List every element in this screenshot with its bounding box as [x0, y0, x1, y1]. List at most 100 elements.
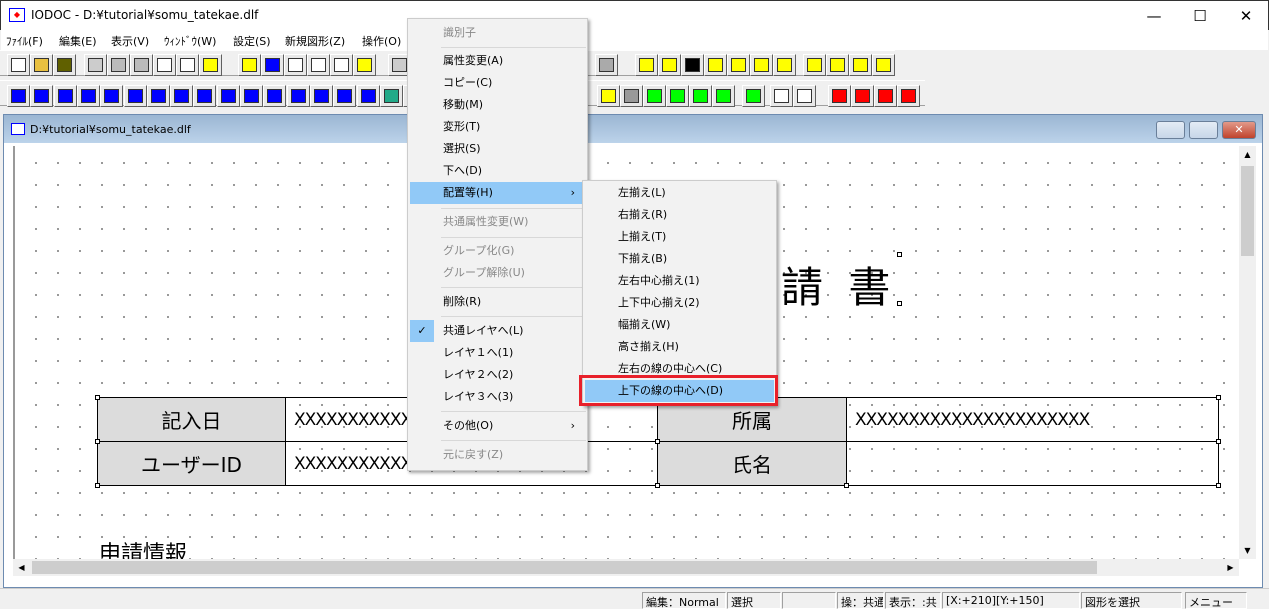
horizontal-scroll-thumb[interactable] — [32, 561, 1097, 574]
image-button[interactable] — [379, 85, 403, 107]
context-menu-item[interactable]: 下へ(D) — [410, 160, 585, 182]
vertical-scrollbar[interactable]: ▲ ▼ — [1239, 146, 1256, 559]
new-file-button[interactable] — [7, 54, 30, 76]
insert-image-button[interactable] — [238, 54, 261, 76]
circle-button[interactable] — [216, 85, 240, 107]
document-restore-button[interactable] — [1189, 121, 1218, 139]
scroll-down-icon[interactable]: ▼ — [1239, 542, 1256, 559]
submenu-item[interactable]: 左揃え(L) — [585, 182, 774, 204]
document-button[interactable] — [176, 54, 199, 76]
grid-button[interactable] — [681, 54, 704, 76]
bar-chart-button[interactable] — [356, 85, 380, 107]
back-button[interactable] — [712, 85, 735, 107]
connector-button[interactable] — [333, 85, 357, 107]
context-menu-item[interactable]: 識別子 — [410, 22, 585, 44]
menu-new-shape[interactable]: 新規図形(Z) — [285, 33, 345, 49]
paste-button[interactable] — [107, 54, 130, 76]
context-menu-item[interactable]: 配置等(H) › — [410, 182, 585, 204]
submenu-item[interactable]: 幅揃え(W) — [585, 314, 774, 336]
field-department[interactable]: XXXXXXXXXXXXXXXXXXXXXX — [846, 397, 1219, 442]
hline-button[interactable] — [76, 85, 100, 107]
blank-button[interactable] — [620, 85, 643, 107]
context-menu-item[interactable]: 移動(M) — [410, 94, 585, 116]
field-button[interactable] — [353, 54, 376, 76]
context-menu-item[interactable]: グループ化(G) — [410, 240, 585, 262]
text-button[interactable] — [7, 85, 30, 107]
document-close-button[interactable]: ✕ — [1222, 121, 1256, 139]
barcode-button[interactable] — [286, 85, 310, 107]
help-button[interactable] — [199, 54, 222, 76]
context-menu-item[interactable]: 元に戻す(Z) — [410, 444, 585, 466]
select-pointer-button[interactable] — [742, 85, 765, 107]
maximize-button[interactable]: ☐ — [1177, 1, 1223, 31]
field-name[interactable] — [846, 441, 1219, 486]
zoom-out-button[interactable] — [773, 54, 796, 76]
rect-button[interactable] — [146, 85, 170, 107]
form-button[interactable] — [330, 54, 353, 76]
zoom-in-button[interactable] — [727, 54, 750, 76]
red-layer-3-button[interactable] — [897, 85, 920, 107]
context-menu-item[interactable]: グループ解除(U) — [410, 262, 585, 284]
context-menu-item[interactable]: レイヤ２へ(2) — [410, 364, 585, 386]
submenu-item[interactable]: 左右中心揃え(1) — [585, 270, 774, 292]
submenu-item[interactable]: 高さ揃え(H) — [585, 336, 774, 358]
front-button[interactable] — [689, 85, 712, 107]
submenu-item[interactable]: 下揃え(B) — [585, 248, 774, 270]
label-name[interactable]: 氏名 — [657, 441, 847, 486]
layer-1-button[interactable] — [826, 54, 849, 76]
pages-button[interactable] — [153, 54, 176, 76]
paste-text-button[interactable] — [130, 54, 153, 76]
context-menu-item[interactable]: 削除(R) — [410, 291, 585, 313]
menu-settings[interactable]: 設定(S) — [233, 33, 271, 49]
red-layer-2-button[interactable] — [874, 85, 897, 107]
rounded-rect-button[interactable] — [170, 85, 194, 107]
minimize-button[interactable]: — — [1131, 1, 1177, 31]
group-button[interactable] — [643, 85, 666, 107]
save-button[interactable] — [53, 54, 76, 76]
ellipse-button[interactable] — [240, 85, 263, 107]
label-entry-date[interactable]: 記入日 — [97, 397, 286, 442]
context-menu-item[interactable]: 共通レイヤへ(L) ✓ — [410, 320, 585, 342]
menu-file[interactable]: ﾌｧｲﾙ(F) — [6, 33, 43, 49]
diagonal-button[interactable] — [123, 85, 147, 107]
section-heading[interactable]: 申請情報 — [99, 536, 187, 559]
horizontal-scrollbar[interactable]: ◀ ▶ — [13, 559, 1239, 576]
context-menu-item[interactable]: 変形(T) — [410, 116, 585, 138]
open-folder-button[interactable] — [30, 54, 53, 76]
document-minimize-button[interactable] — [1156, 121, 1185, 139]
link-button[interactable] — [770, 85, 793, 107]
grid-999-button[interactable] — [658, 54, 681, 76]
context-menu-item[interactable]: 共通属性変更(W) — [410, 211, 585, 233]
text-number-button[interactable] — [30, 85, 54, 107]
scroll-right-icon[interactable]: ▶ — [1222, 559, 1239, 576]
layer-2-button[interactable] — [849, 54, 872, 76]
context-menu-item[interactable]: その他(O) › — [410, 415, 585, 437]
submenu-item[interactable]: 上下中心揃え(2) — [585, 292, 774, 314]
find-button[interactable] — [284, 54, 307, 76]
context-menu-item[interactable]: 属性変更(A) — [410, 50, 585, 72]
scroll-up-icon[interactable]: ▲ — [1239, 146, 1256, 163]
menu-operation[interactable]: 操作(O) — [362, 33, 401, 49]
copy-button[interactable] — [84, 54, 107, 76]
grid-dots-button[interactable] — [704, 54, 727, 76]
menu-edit[interactable]: 編集(E) — [59, 33, 97, 49]
arc-button[interactable] — [263, 85, 287, 107]
vertical-text-button[interactable] — [53, 85, 77, 107]
vertical-scroll-thumb[interactable] — [1241, 166, 1254, 256]
close-button[interactable]: ✕ — [1223, 1, 1269, 31]
diamond-button[interactable] — [193, 85, 217, 107]
vline-button[interactable] — [100, 85, 124, 107]
red-layer-1-button[interactable] — [851, 85, 874, 107]
menu-window[interactable]: ｳｨﾝﾄﾞｳ(W) — [164, 33, 216, 49]
menu-view[interactable]: 表示(V) — [111, 33, 149, 49]
hierarchy-button[interactable] — [793, 85, 816, 107]
grid-ddd-button[interactable] — [635, 54, 658, 76]
form-title[interactable]: 請 書 — [781, 254, 896, 315]
context-menu-item[interactable]: レイヤ３へ(3) — [410, 386, 585, 408]
red-layer-all-button[interactable] — [828, 85, 851, 107]
scroll-left-icon[interactable]: ◀ — [13, 559, 30, 576]
insert-text-button[interactable] — [261, 54, 284, 76]
context-menu-item[interactable]: コピー(C) — [410, 72, 585, 94]
submenu-item[interactable]: 上揃え(T) — [585, 226, 774, 248]
rotate-button[interactable] — [595, 54, 618, 76]
